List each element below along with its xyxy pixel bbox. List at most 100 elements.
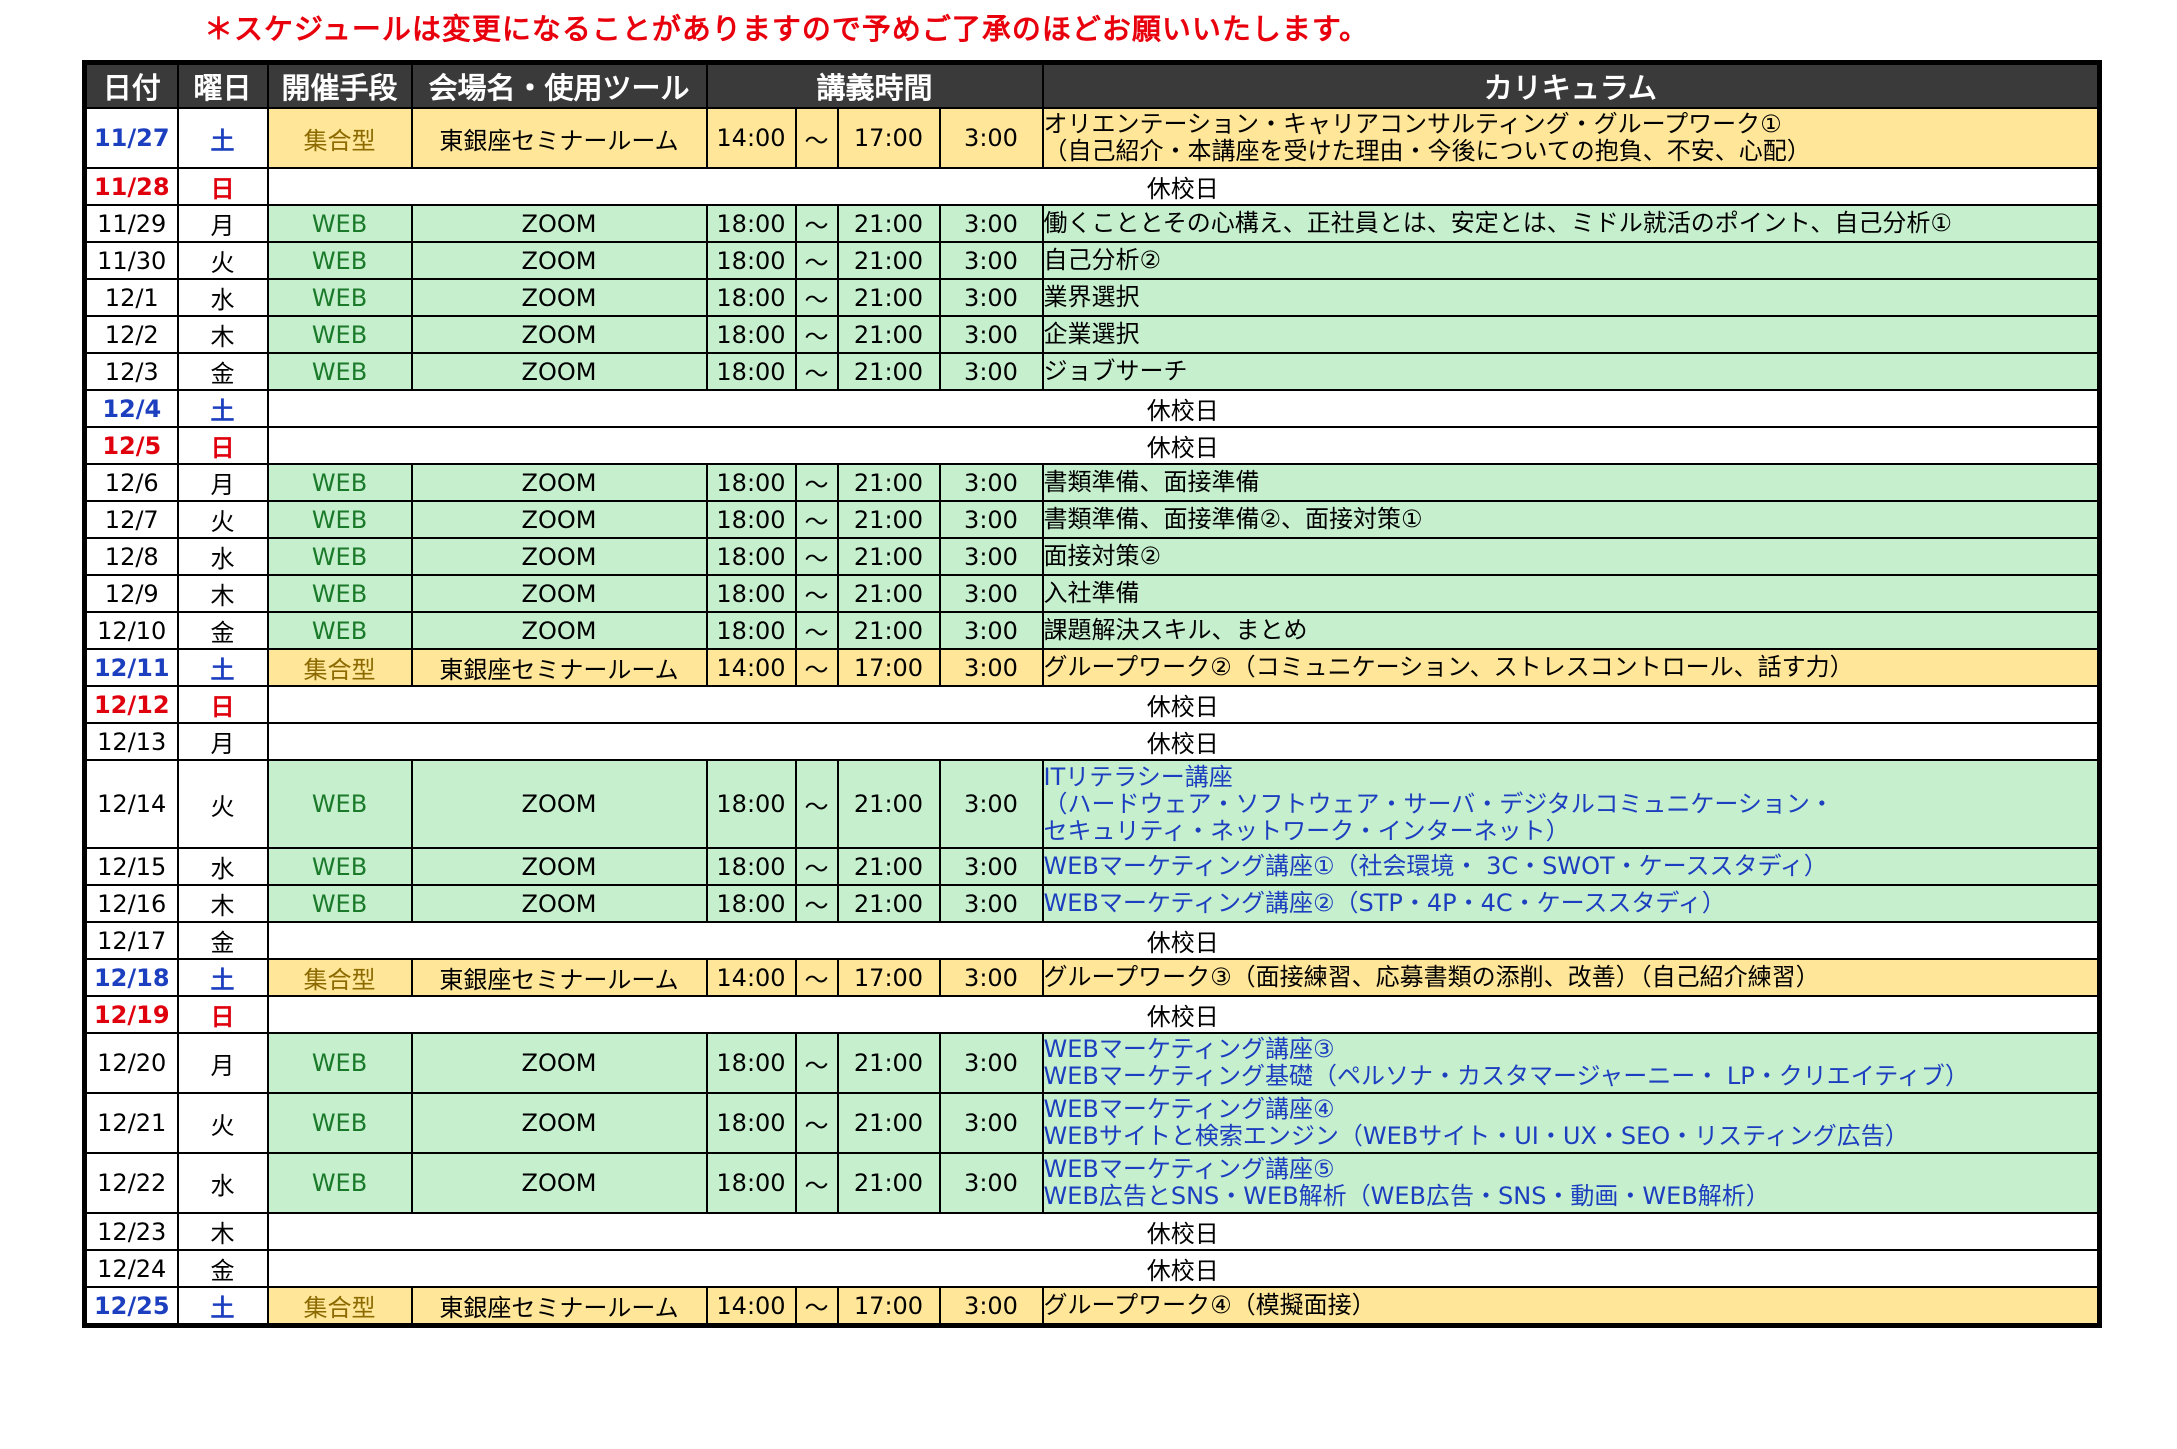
duration-cell: 3:00: [938, 847, 1044, 886]
curriculum-line: 課題解決スキル、まとめ: [1043, 616, 1308, 644]
start-time-cell: 18:00: [705, 1092, 797, 1154]
start-time-cell: 18:00: [705, 278, 797, 317]
day-cell: 水: [176, 537, 269, 576]
day-cell: 月: [176, 204, 269, 243]
holiday-cell: 休校日: [266, 1212, 2101, 1251]
curriculum-cell: 書類準備、面接準備: [1041, 463, 2101, 502]
venue-cell: 東銀座セミナールーム: [410, 1286, 708, 1327]
day-cell: 土: [176, 648, 269, 687]
schedule-row: 11/28 日休校日: [83, 167, 2101, 206]
schedule-row: 12/9 木 WEB ZOOM 18:00 ～ 21:00 3:00 入社準備: [83, 574, 2101, 613]
day-cell: 水: [176, 278, 269, 317]
date-cell: 12/5: [83, 426, 179, 465]
curriculum-cell: ジョブサーチ: [1041, 352, 2101, 391]
holiday-cell: 休校日: [266, 1249, 2101, 1288]
header-venue: 会場名・使用ツール: [410, 61, 708, 109]
end-time-cell: 21:00: [836, 500, 941, 539]
start-time-cell: 14:00: [705, 958, 797, 997]
venue-cell: ZOOM: [410, 537, 708, 576]
date-cell: 11/29: [83, 204, 179, 243]
curriculum-line: グループワーク②（コミュニケーション、ストレスコントロール、話す力）: [1043, 653, 1854, 681]
curriculum-line: グループワーク③（面接練習、応募書類の添削、改善）（自己紹介練習）: [1043, 963, 1820, 991]
day-cell: 木: [176, 315, 269, 354]
date-cell: 12/21: [83, 1092, 179, 1154]
venue-cell: ZOOM: [410, 352, 708, 391]
mode-cell: WEB: [266, 278, 413, 317]
duration-cell: 3:00: [938, 1092, 1044, 1154]
schedule-row: 12/13 月休校日: [83, 722, 2101, 761]
date-cell: 12/17: [83, 921, 179, 960]
venue-cell: ZOOM: [410, 611, 708, 650]
time-separator-cell: ～: [794, 241, 839, 280]
holiday-cell: 休校日: [266, 921, 2101, 960]
mode-cell: WEB: [266, 759, 413, 849]
curriculum-cell: 企業選択: [1041, 315, 2101, 354]
curriculum-cell: 課題解決スキル、まとめ: [1041, 611, 2101, 650]
header-mode: 開催手段: [266, 61, 413, 109]
duration-cell: 3:00: [938, 352, 1044, 391]
mode-cell: WEB: [266, 463, 413, 502]
schedule-row: 11/27 土集合型 東銀座セミナールーム 14:00 ～ 17:00 3:00 オリエンテー…: [83, 107, 2101, 169]
end-time-cell: 21:00: [836, 847, 941, 886]
curriculum-cell: 業界選択: [1041, 278, 2101, 317]
date-cell: 12/12: [83, 685, 179, 724]
date-cell: 12/15: [83, 847, 179, 886]
start-time-cell: 18:00: [705, 537, 797, 576]
venue-cell: 東銀座セミナールーム: [410, 958, 708, 997]
end-time-cell: 17:00: [836, 648, 941, 687]
mode-cell: WEB: [266, 500, 413, 539]
day-cell: 金: [176, 352, 269, 391]
curriculum-line: オリエンテーション・キャリアコンサルティング・グループワーク①: [1043, 110, 1782, 138]
day-cell: 日: [176, 426, 269, 465]
schedule-body: 11/27 土集合型 東銀座セミナールーム 14:00 ～ 17:00 3:00 オリエンテー…: [83, 107, 2101, 1327]
start-time-cell: 18:00: [705, 500, 797, 539]
end-time-cell: 21:00: [836, 241, 941, 280]
curriculum-line: WEBマーケティング講座③: [1043, 1035, 1335, 1063]
end-time-cell: 21:00: [836, 315, 941, 354]
mode-cell: WEB: [266, 1032, 413, 1094]
venue-cell: ZOOM: [410, 1152, 708, 1214]
curriculum-line: WEBマーケティング基礎（ペルソナ・カスタマージャーニー・ LP・クリエイティブ…: [1043, 1062, 1969, 1090]
schedule-row: 12/6 月 WEB ZOOM 18:00 ～ 21:00 3:00 書類準備、面接準備: [83, 463, 2101, 502]
schedule-row: 12/7 火 WEB ZOOM 18:00 ～ 21:00 3:00 書類準備、面接準備②、面接…: [83, 500, 2101, 539]
duration-cell: 3:00: [938, 241, 1044, 280]
date-cell: 11/27: [83, 107, 179, 169]
schedule-table: 日付 曜日 開催手段 会場名・使用ツール 講義時間 カリキュラム 11/27 土集…: [82, 60, 2103, 1328]
curriculum-line: 自己分析②: [1043, 246, 1162, 274]
mode-cell: WEB: [266, 574, 413, 613]
duration-cell: 3:00: [938, 107, 1044, 169]
holiday-cell: 休校日: [266, 722, 2101, 761]
day-cell: 金: [176, 611, 269, 650]
duration-cell: 3:00: [938, 1286, 1044, 1327]
schedule-row: 12/19 日休校日: [83, 995, 2101, 1034]
holiday-cell: 休校日: [266, 685, 2101, 724]
mode-cell: 集合型: [266, 648, 413, 687]
venue-cell: ZOOM: [410, 1092, 708, 1154]
schedule-row: 12/15 水 WEB ZOOM 18:00 ～ 21:00 3:00 WEBマーケティング講座…: [83, 847, 2101, 886]
date-cell: 12/1: [83, 278, 179, 317]
date-cell: 12/2: [83, 315, 179, 354]
curriculum-cell: オリエンテーション・キャリアコンサルティング・グループワーク① （自己紹介・本講座…: [1041, 107, 2101, 169]
duration-cell: 3:00: [938, 463, 1044, 502]
day-cell: 日: [176, 685, 269, 724]
date-cell: 12/6: [83, 463, 179, 502]
curriculum-cell: 入社準備: [1041, 574, 2101, 613]
day-cell: 月: [176, 722, 269, 761]
schedule-row: 12/11 土集合型 東銀座セミナールーム 14:00 ～ 17:00 3:00 グループワー…: [83, 648, 2101, 687]
schedule-row: 12/12 日休校日: [83, 685, 2101, 724]
curriculum-line: 面接対策②: [1043, 542, 1162, 570]
day-cell: 土: [176, 389, 269, 428]
venue-cell: ZOOM: [410, 278, 708, 317]
time-separator-cell: ～: [794, 759, 839, 849]
end-time-cell: 21:00: [836, 1152, 941, 1214]
time-separator-cell: ～: [794, 1286, 839, 1327]
start-time-cell: 18:00: [705, 611, 797, 650]
curriculum-cell: WEBマーケティング講座④ WEBサイトと検索エンジン（WEBサイト・UI・UX・…: [1041, 1092, 2101, 1154]
end-time-cell: 21:00: [836, 759, 941, 849]
end-time-cell: 17:00: [836, 107, 941, 169]
curriculum-cell: グループワーク③（面接練習、応募書類の添削、改善）（自己紹介練習）: [1041, 958, 2101, 997]
curriculum-line: 働くこととその心構え、正社員とは、安定とは、ミドル就活のポイント、自己分析①: [1043, 209, 1952, 237]
schedule-row: 12/5 日休校日: [83, 426, 2101, 465]
venue-cell: 東銀座セミナールーム: [410, 107, 708, 169]
curriculum-line: 企業選択: [1043, 320, 1140, 348]
